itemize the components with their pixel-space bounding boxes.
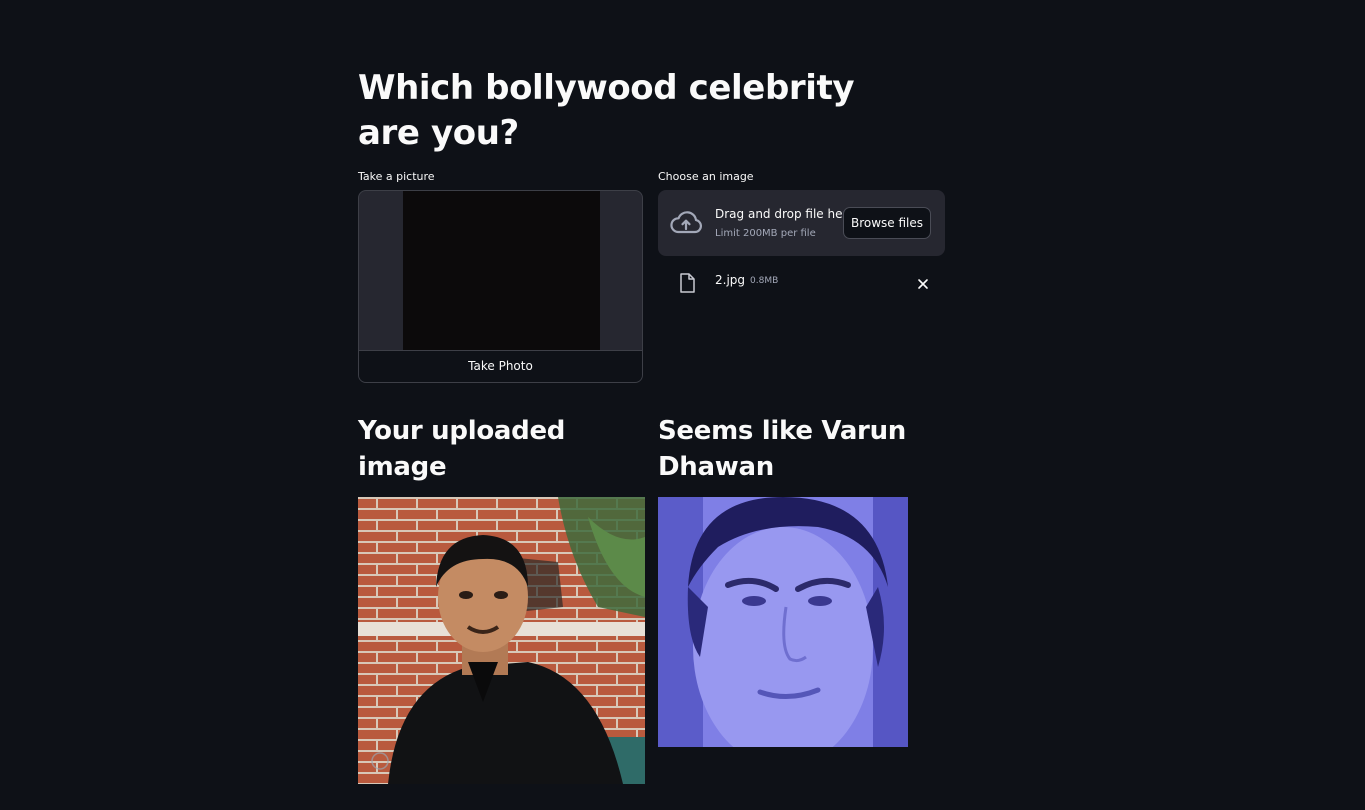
close-icon[interactable] — [916, 276, 930, 290]
file-name: 2.jpg — [715, 273, 746, 287]
dropzone-instructions: Drag and drop file here — [715, 207, 855, 221]
file-icon — [679, 273, 695, 293]
cloud-upload-icon — [669, 210, 703, 236]
browse-files-button[interactable]: Browse files — [843, 207, 931, 239]
camera-input: Take Photo — [358, 190, 643, 383]
camera-feed — [403, 191, 600, 352]
match-heading: Seems like Varun Dhawan — [658, 416, 907, 482]
file-size: 0.8MB — [750, 276, 779, 286]
uploaded-file-item: 2.jpg 0.8MB — [658, 268, 945, 298]
camera-label: Take a picture — [358, 170, 435, 183]
page-title: Which bollywood celebrity are you? — [358, 68, 855, 153]
uploaded-image-heading: Your uploaded image — [358, 416, 566, 482]
celebrity-match-photo — [658, 497, 908, 747]
take-photo-button[interactable]: Take Photo — [359, 350, 642, 382]
dropzone-limit: Limit 200MB per file — [715, 228, 816, 239]
uploaded-photo — [358, 497, 645, 784]
uploader-label: Choose an image — [658, 170, 754, 183]
file-dropzone[interactable]: Drag and drop file here Limit 200MB per … — [658, 190, 945, 256]
